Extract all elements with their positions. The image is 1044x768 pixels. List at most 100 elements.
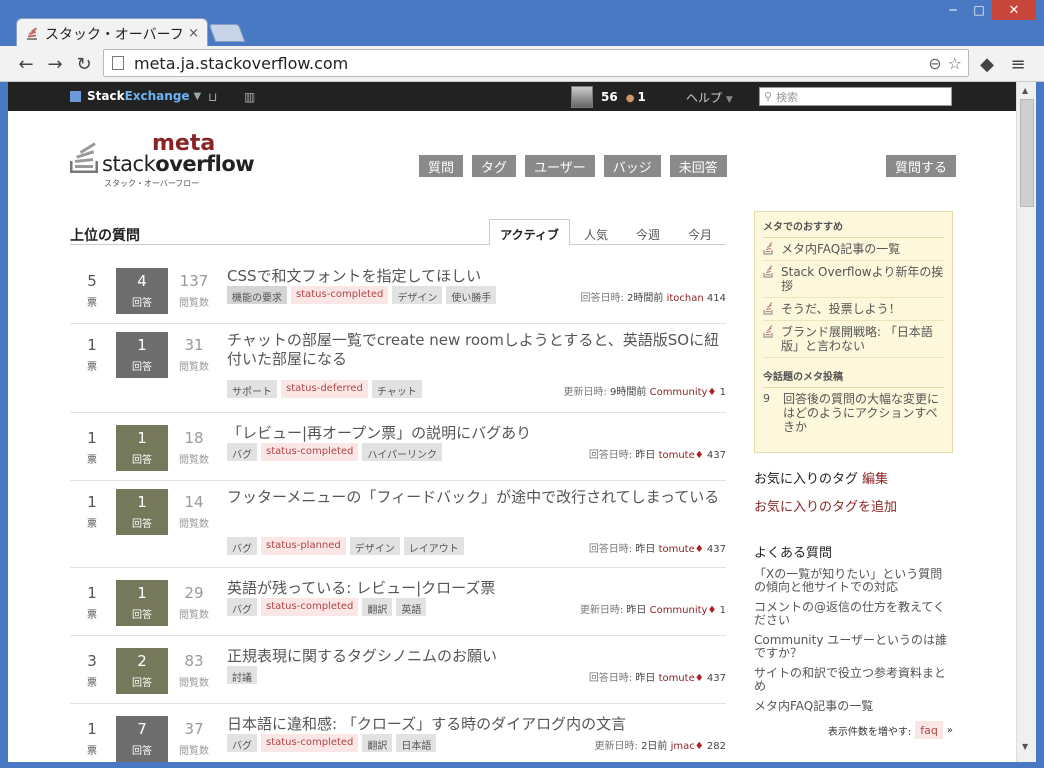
- activity-time[interactable]: 昨日: [635, 673, 658, 684]
- tab-close-icon[interactable]: ×: [188, 26, 199, 41]
- faq-link[interactable]: サイトの和訳で役立つ参考資料まとめ: [754, 667, 953, 693]
- nav-questions[interactable]: 質問: [419, 155, 464, 177]
- recommend-title[interactable]: ブランド展開戦略: 「日本語版」と言わない: [781, 325, 944, 353]
- reload-icon[interactable]: ↻: [73, 53, 95, 75]
- close-window-icon[interactable]: ✕: [992, 0, 1036, 20]
- tag[interactable]: 使い勝手: [446, 286, 497, 304]
- favorite-tags-edit-link[interactable]: 編集: [862, 472, 888, 487]
- recommend-item[interactable]: Stack Overflowより新年の挨拶: [763, 261, 944, 298]
- search-input[interactable]: ⚲ 検索: [759, 87, 952, 106]
- avatar[interactable]: [571, 86, 593, 108]
- user-link[interactable]: jmac: [671, 741, 695, 752]
- tag[interactable]: status-deferred: [281, 380, 368, 398]
- tag[interactable]: 機能の要求: [227, 286, 287, 304]
- tag[interactable]: ハイパーリンク: [362, 443, 443, 461]
- scroll-thumb[interactable]: [1020, 99, 1034, 207]
- sidebar: メタでのおすすめ メタ内FAQ記事の一覧 Stack Overflowより新年の挨…: [754, 211, 953, 739]
- tag[interactable]: バグ: [227, 598, 257, 616]
- back-arrow-icon[interactable]: ←: [15, 53, 37, 75]
- scroll-down-icon[interactable]: ▼: [1022, 742, 1028, 751]
- question-title-link[interactable]: チャットの部屋一覧でcreate new roomしようとすると、英語版SOに紐…: [227, 331, 722, 369]
- minimize-icon[interactable]: ─: [940, 0, 966, 20]
- chrome-menu-icon[interactable]: ≡: [1007, 53, 1029, 75]
- recommend-title[interactable]: メタ内FAQ記事の一覧: [781, 242, 900, 256]
- nav-badges[interactable]: バッジ: [603, 155, 661, 177]
- achievements-icon[interactable]: ▥: [244, 90, 255, 104]
- user-link[interactable]: tomute: [659, 673, 695, 684]
- question-title-link[interactable]: 日本語に違和感: 「クローズ」する時のダイアログ内の文言: [227, 715, 722, 734]
- add-favorite-tag-link[interactable]: お気に入りのタグを追加: [754, 496, 953, 515]
- activity-time[interactable]: 昨日: [635, 544, 658, 555]
- forward-arrow-icon[interactable]: →: [44, 53, 66, 75]
- browser-tab[interactable]: スタック・オーバーフ口 ×: [16, 18, 208, 48]
- question-title-link[interactable]: CSSで和文フォントを指定してほしい: [227, 267, 722, 286]
- ask-question-button[interactable]: 質問する: [886, 155, 957, 177]
- activity-time[interactable]: 2日前: [641, 741, 671, 752]
- help-menu[interactable]: ヘルプ ▼: [686, 89, 733, 106]
- tag[interactable]: チャット: [371, 380, 422, 398]
- tag[interactable]: デザイン: [349, 537, 400, 555]
- tag[interactable]: 翻訳: [362, 598, 393, 616]
- tag[interactable]: バグ: [227, 443, 257, 461]
- user-card[interactable]: 56 ● 1: [571, 86, 646, 108]
- recommend-item[interactable]: メタ内FAQ記事の一覧: [763, 238, 944, 261]
- activity-time[interactable]: 昨日: [626, 605, 649, 616]
- tab-month[interactable]: 今月: [674, 219, 726, 245]
- activity-time[interactable]: 9時間前: [610, 387, 650, 398]
- nav-tags[interactable]: タグ: [472, 155, 517, 177]
- tab-week[interactable]: 今週: [622, 219, 674, 245]
- tag[interactable]: status-completed: [261, 443, 359, 461]
- nav-users[interactable]: ユーザー: [525, 155, 595, 177]
- user-link[interactable]: Community: [650, 605, 708, 616]
- tag[interactable]: バグ: [227, 734, 257, 752]
- tag[interactable]: サポート: [227, 380, 277, 398]
- nav-unanswered[interactable]: 未回答: [669, 155, 727, 177]
- tag[interactable]: 翻訳: [362, 734, 393, 752]
- question-title-link[interactable]: 英語が残っている: レビュー|クローズ票: [227, 579, 722, 598]
- recommend-item[interactable]: そうだ、投票しよう！: [763, 298, 944, 321]
- maximize-icon[interactable]: □: [966, 0, 992, 20]
- user-link[interactable]: tomute: [659, 450, 695, 461]
- recommend-title[interactable]: Stack Overflowより新年の挨拶: [781, 265, 944, 293]
- question-title-link[interactable]: フッターメニューの「フィードバック」が途中で改行されてしまっている: [227, 488, 722, 507]
- user-link[interactable]: tomute: [659, 544, 695, 555]
- activity-time[interactable]: 昨日: [635, 450, 658, 461]
- tag[interactable]: status-completed: [261, 598, 359, 616]
- tag[interactable]: status-completed: [261, 734, 359, 752]
- zoom-icon[interactable]: ⊖: [928, 54, 941, 73]
- extension-icon[interactable]: ◆: [976, 53, 998, 75]
- tag[interactable]: 英語: [396, 598, 427, 616]
- tag[interactable]: status-planned: [261, 537, 346, 555]
- faq-link[interactable]: メタ内FAQ記事の一覧: [754, 700, 953, 713]
- faq-more-arrow[interactable]: »: [947, 725, 953, 736]
- faq-link[interactable]: 「Xの一覧が知りたい」という質問の傾向と他サイトでの対応: [754, 568, 953, 594]
- user-link[interactable]: Community: [650, 387, 708, 398]
- new-tab-button[interactable]: [208, 24, 246, 42]
- faq-tag[interactable]: faq: [915, 721, 943, 739]
- tag[interactable]: バグ: [227, 537, 257, 555]
- question-title-link[interactable]: 正規表現に関するタグシノニムのお願い: [227, 647, 722, 666]
- tag[interactable]: status-completed: [291, 286, 389, 304]
- tag[interactable]: 日本語: [396, 734, 437, 752]
- hot-title[interactable]: 回答後の質問の大幅な変更にはどのようにアクションすべきか: [783, 392, 944, 434]
- address-bar[interactable]: meta.ja.stackoverflow.com ⊖ ☆: [103, 49, 969, 77]
- tag[interactable]: レイアウト: [403, 537, 464, 555]
- question-title-link[interactable]: 「レビュー|再オープン票」の説明にバグあり: [227, 424, 722, 443]
- inbox-icon[interactable]: ⊔: [208, 90, 217, 104]
- activity-time[interactable]: 2時間前: [627, 293, 667, 304]
- user-link[interactable]: itochan: [667, 293, 704, 304]
- scroll-up-icon[interactable]: ▲: [1022, 86, 1028, 95]
- site-logo[interactable]: meta stackoverflow スタック・オーバーフロー: [70, 129, 255, 189]
- stackexchange-menu[interactable]: Stack Exchange ▼: [70, 89, 201, 103]
- recommend-item[interactable]: ブランド展開戦略: 「日本語版」と言わない: [763, 321, 944, 358]
- recommend-title[interactable]: そうだ、投票しよう！: [781, 302, 901, 316]
- tab-active[interactable]: アクティブ: [489, 219, 570, 246]
- tag[interactable]: デザイン: [392, 286, 443, 304]
- faq-link[interactable]: コメントの@返信の仕方を教えてください: [754, 601, 953, 627]
- faq-link[interactable]: Community ユーザーというのは誰ですか？: [754, 634, 953, 660]
- hot-item[interactable]: 9 回答後の質問の大幅な変更にはどのようにアクションすべきか: [763, 388, 944, 438]
- tab-popular[interactable]: 人気: [570, 219, 622, 245]
- bookmark-star-icon[interactable]: ☆: [948, 54, 962, 73]
- tag[interactable]: 討議: [227, 666, 257, 684]
- page-scrollbar[interactable]: ▲ ▼: [1016, 82, 1036, 762]
